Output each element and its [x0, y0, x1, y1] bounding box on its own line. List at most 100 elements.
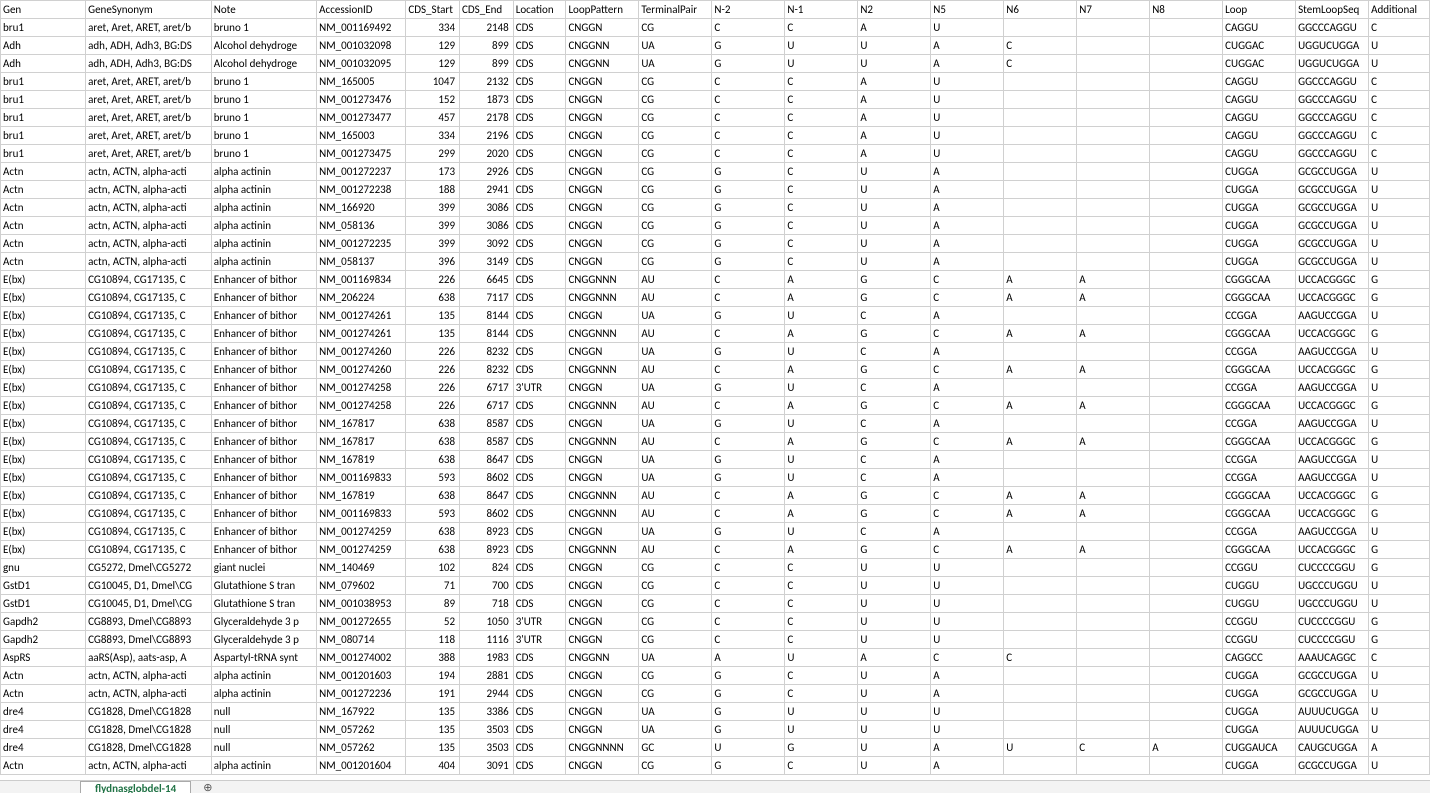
cell[interactable]: U [931, 721, 1004, 739]
cell[interactable]: CDS [513, 559, 566, 577]
cell[interactable]: CNGGNNN [566, 541, 639, 559]
cell[interactable]: A [785, 505, 858, 523]
cell[interactable] [1077, 235, 1150, 253]
cell[interactable]: CNGGNNN [566, 487, 639, 505]
cell[interactable]: 7117 [460, 289, 514, 307]
cell[interactable]: CAUGCUGGA [1296, 739, 1369, 757]
cell[interactable]: CNGGN [566, 757, 639, 775]
cell[interactable]: A [931, 523, 1004, 541]
cell[interactable]: CG10045, D1, Dmel\CG [86, 595, 212, 613]
cell[interactable]: GGCCCAGGU [1296, 127, 1369, 145]
cell[interactable]: C [785, 163, 858, 181]
cell[interactable]: 404 [406, 757, 460, 775]
cell[interactable]: CDS [513, 19, 566, 37]
cell[interactable]: A [931, 469, 1004, 487]
cell[interactable] [1150, 199, 1223, 217]
cell[interactable]: U [1369, 469, 1430, 487]
col-header-n-1[interactable]: N-1 [785, 1, 858, 19]
cell[interactable]: CG10894, CG17135, C [86, 361, 212, 379]
col-header-genesynonym[interactable]: GeneSynonym [86, 1, 212, 19]
cell[interactable]: NM_001274260 [317, 361, 406, 379]
cell[interactable] [1150, 109, 1223, 127]
cell[interactable]: NM_167819 [317, 451, 406, 469]
cell[interactable]: NM_001274259 [317, 523, 406, 541]
cell[interactable]: NM_001274258 [317, 397, 406, 415]
cell[interactable]: bru1 [1, 91, 86, 109]
cell[interactable] [1150, 73, 1223, 91]
cell[interactable]: CNGGN [566, 343, 639, 361]
cell[interactable]: CG [639, 757, 712, 775]
cell[interactable]: CNGGN [566, 685, 639, 703]
cell[interactable]: adh, ADH, Adh3, BG:DS [86, 37, 212, 55]
cell[interactable]: NM_206224 [317, 289, 406, 307]
cell[interactable]: CDS [513, 343, 566, 361]
cell[interactable]: CNGGNN [566, 649, 639, 667]
cell[interactable]: C [785, 199, 858, 217]
cell[interactable]: C [858, 523, 931, 541]
cell[interactable]: C [931, 433, 1004, 451]
cell[interactable]: NM_140469 [317, 559, 406, 577]
cell[interactable]: GCGCCUGGA [1296, 253, 1369, 271]
cell[interactable]: CDS [513, 721, 566, 739]
cell[interactable]: U [931, 109, 1004, 127]
cell[interactable]: bruno 1 [211, 19, 316, 37]
cell[interactable]: AU [639, 487, 712, 505]
cell[interactable]: 129 [406, 55, 460, 73]
cell[interactable]: CUGGA [1223, 253, 1296, 271]
cell[interactable]: C [785, 613, 858, 631]
cell[interactable]: E(bx) [1, 343, 86, 361]
cell[interactable] [1150, 487, 1223, 505]
cell[interactable]: CDS [513, 325, 566, 343]
cell[interactable]: NM_001273476 [317, 91, 406, 109]
cell[interactable]: alpha actinin [211, 163, 316, 181]
cell[interactable]: CG [639, 163, 712, 181]
cell[interactable]: AU [639, 361, 712, 379]
cell[interactable]: CNGGN [566, 181, 639, 199]
cell[interactable]: C [712, 433, 785, 451]
cell[interactable]: C [1004, 55, 1077, 73]
cell[interactable]: G [712, 253, 785, 271]
cell[interactable]: 399 [406, 235, 460, 253]
cell[interactable]: 2944 [460, 685, 514, 703]
cell[interactable]: CUGGA [1223, 667, 1296, 685]
cell[interactable]: CDS [513, 253, 566, 271]
cell[interactable]: AAGUCCGGA [1296, 415, 1369, 433]
cell[interactable]: CNGGN [566, 577, 639, 595]
cell[interactable]: C [931, 505, 1004, 523]
cell[interactable]: CUGGA [1223, 181, 1296, 199]
cell[interactable]: C [1077, 739, 1150, 757]
cell[interactable]: 71 [406, 577, 460, 595]
cell[interactable]: CG [639, 19, 712, 37]
cell[interactable]: CG [639, 181, 712, 199]
cell[interactable] [1150, 253, 1223, 271]
cell[interactable]: Enhancer of bithor [211, 523, 316, 541]
cell[interactable]: C [1004, 649, 1077, 667]
cell[interactable] [1004, 343, 1077, 361]
col-header-note[interactable]: Note [211, 1, 316, 19]
cell[interactable]: U [785, 649, 858, 667]
cell[interactable]: U [785, 523, 858, 541]
cell[interactable]: G [712, 667, 785, 685]
cell[interactable]: E(bx) [1, 523, 86, 541]
cell[interactable]: Enhancer of bithor [211, 343, 316, 361]
cell[interactable]: AAGUCCGGA [1296, 307, 1369, 325]
cell[interactable]: aaRS(Asp), aats-asp, A [86, 649, 212, 667]
cell[interactable]: U [858, 235, 931, 253]
cell[interactable]: U [931, 145, 1004, 163]
cell[interactable]: A [1077, 289, 1150, 307]
cell[interactable]: bruno 1 [211, 73, 316, 91]
cell[interactable]: alpha actinin [211, 685, 316, 703]
cell[interactable]: A [785, 433, 858, 451]
cell[interactable]: CG10894, CG17135, C [86, 451, 212, 469]
cell[interactable]: C [858, 379, 931, 397]
cell[interactable] [1004, 523, 1077, 541]
cell[interactable] [1004, 631, 1077, 649]
cell[interactable] [1150, 145, 1223, 163]
cell[interactable]: G [712, 163, 785, 181]
cell[interactable]: bruno 1 [211, 91, 316, 109]
cell[interactable]: 638 [406, 487, 460, 505]
cell[interactable]: U [1004, 739, 1077, 757]
cell[interactable]: bru1 [1, 127, 86, 145]
cell[interactable]: CG [639, 127, 712, 145]
cell[interactable]: giant nuclei [211, 559, 316, 577]
